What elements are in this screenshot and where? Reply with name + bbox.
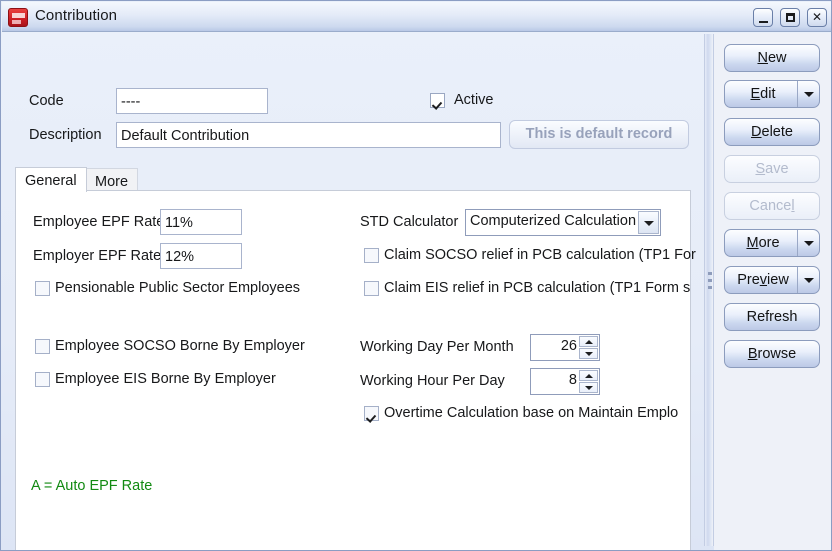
more-button-label: ore xyxy=(759,235,780,251)
more-button[interactable]: More xyxy=(724,229,820,257)
pensionable-public-sector-checkbox[interactable] xyxy=(35,281,50,296)
maximize-button[interactable] xyxy=(780,8,800,27)
save-button: Save xyxy=(724,155,820,183)
tab-strip: General More xyxy=(15,167,691,191)
working-day-per-month-label: Working Day Per Month xyxy=(360,339,514,355)
employer-epf-rate-label: Employer EPF Rate xyxy=(33,248,161,264)
edit-dropdown-arrow-icon[interactable] xyxy=(797,81,819,107)
edit-button[interactable]: Edit xyxy=(724,80,820,108)
std-calculator-label: STD Calculator xyxy=(360,214,458,230)
delete-button[interactable]: Delete xyxy=(724,118,820,146)
working-hour-per-day-label: Working Hour Per Day xyxy=(360,373,505,389)
std-calculator-dropdown[interactable]: Computerized Calculation xyxy=(465,209,661,236)
close-button[interactable]: ✕ xyxy=(807,8,827,27)
code-label: Code xyxy=(29,93,64,109)
employee-eis-borne-label: Employee EIS Borne By Employer xyxy=(55,371,276,387)
window-title: Contribution xyxy=(35,7,117,24)
working-hour-per-day-value: 8 xyxy=(531,372,577,388)
active-checkbox[interactable] xyxy=(430,93,445,108)
std-calculator-value: Computerized Calculation xyxy=(470,213,636,229)
preview-button-label: Pre xyxy=(737,272,760,288)
action-button-panel: New Edit Delete Save Cancel More Preview… xyxy=(714,33,831,550)
spinner-up-icon[interactable] xyxy=(579,370,598,381)
claim-eis-relief-checkbox[interactable] xyxy=(364,281,379,296)
refresh-button-label: Refresh xyxy=(747,309,798,325)
minimize-icon xyxy=(759,21,768,23)
browse-button-label: rowse xyxy=(757,346,796,362)
tab-more[interactable]: More xyxy=(85,168,138,191)
working-day-per-month-value: 26 xyxy=(531,338,577,354)
maximize-icon xyxy=(786,13,795,22)
edit-button-label: dit xyxy=(760,86,775,102)
employee-socso-borne-label: Employee SOCSO Borne By Employer xyxy=(55,338,305,354)
employee-epf-rate-input[interactable]: 11% xyxy=(160,209,242,235)
delete-button-label: elete xyxy=(762,124,793,140)
code-input[interactable]: ---- xyxy=(116,88,268,114)
employee-eis-borne-checkbox[interactable] xyxy=(35,372,50,387)
description-label: Description xyxy=(29,127,102,143)
more-dropdown-arrow-icon[interactable] xyxy=(797,230,819,256)
overtime-calculation-label: Overtime Calculation base on Maintain Em… xyxy=(384,405,678,421)
employer-epf-rate-input[interactable]: 12% xyxy=(160,243,242,269)
window-titlebar: Contribution ✕ xyxy=(2,2,832,32)
preview-button[interactable]: Preview xyxy=(724,266,820,294)
active-label: Active xyxy=(454,92,494,108)
minimize-button[interactable] xyxy=(753,8,773,27)
preview-button-label-tail: iew xyxy=(767,272,789,288)
spinner-down-icon[interactable] xyxy=(579,382,598,393)
panel-splitter[interactable] xyxy=(704,34,714,546)
tab-general[interactable]: General xyxy=(15,167,87,192)
employee-epf-rate-label: Employee EPF Rate xyxy=(33,214,164,230)
pensionable-public-sector-label: Pensionable Public Sector Employees xyxy=(55,280,300,296)
contribution-window: Contribution ✕ Code ---- Description Def… xyxy=(0,0,832,551)
claim-socso-relief-checkbox[interactable] xyxy=(364,248,379,263)
working-hour-per-day-stepper[interactable]: 8 xyxy=(530,368,600,395)
employee-socso-borne-checkbox[interactable] xyxy=(35,339,50,354)
preview-dropdown-arrow-icon[interactable] xyxy=(797,267,819,293)
spinner-up-icon[interactable] xyxy=(579,336,598,347)
form-area: Code ---- Description Default Contributi… xyxy=(3,33,703,550)
cancel-button-label: Cance xyxy=(749,198,791,214)
working-day-per-month-stepper[interactable]: 26 xyxy=(530,334,600,361)
cancel-button: Cancel xyxy=(724,192,820,220)
auto-epf-rate-note: A = Auto EPF Rate xyxy=(31,478,152,494)
claim-socso-relief-label: Claim SOCSO relief in PCB calculation (T… xyxy=(384,247,696,263)
new-button[interactable]: New xyxy=(724,44,820,72)
refresh-button[interactable]: Refresh xyxy=(724,303,820,331)
save-button-label: ave xyxy=(765,161,788,177)
new-button-label: ew xyxy=(768,50,787,66)
description-input[interactable]: Default Contribution xyxy=(116,122,501,148)
claim-eis-relief-label: Claim EIS relief in PCB calculation (TP1… xyxy=(384,280,690,296)
default-record-badge: This is default record xyxy=(509,120,689,149)
chevron-down-icon[interactable] xyxy=(638,211,659,234)
app-logo-icon xyxy=(8,8,28,27)
overtime-calculation-checkbox[interactable] xyxy=(364,406,379,421)
close-icon: ✕ xyxy=(808,9,826,26)
browse-button[interactable]: Browse xyxy=(724,340,820,368)
spinner-down-icon[interactable] xyxy=(579,348,598,359)
